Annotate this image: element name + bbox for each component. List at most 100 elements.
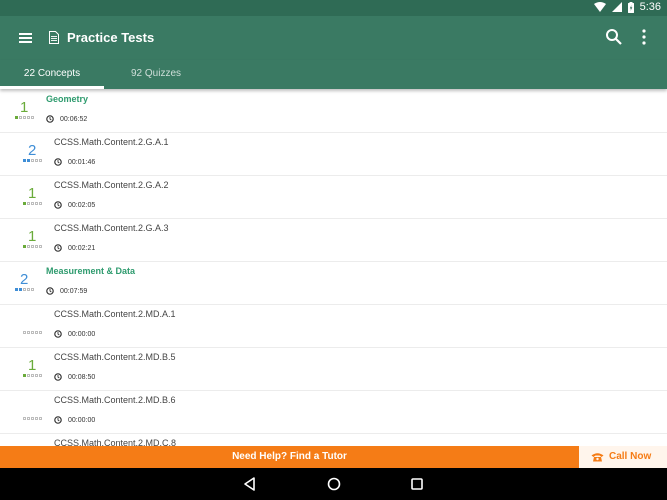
level-dot bbox=[23, 116, 26, 119]
concept-title: CCSS.Math.Content.2.G.A.2 bbox=[54, 180, 169, 190]
level-dot bbox=[39, 245, 42, 248]
level-dot bbox=[39, 331, 42, 334]
group-title: Measurement & Data bbox=[46, 266, 136, 276]
level-dot bbox=[35, 331, 38, 334]
level-dot bbox=[23, 374, 26, 377]
clock-icon bbox=[54, 373, 62, 381]
time-spent: 00:07:59 bbox=[60, 288, 88, 295]
level-dot bbox=[19, 288, 22, 291]
level-indicator bbox=[15, 288, 34, 291]
level-dot bbox=[23, 159, 26, 162]
level-dot bbox=[39, 159, 42, 162]
concept-group-row[interactable]: 1 Geometry 00:06:52 bbox=[0, 90, 667, 133]
recents-icon[interactable] bbox=[409, 476, 425, 492]
level-dot bbox=[27, 202, 30, 205]
level-dot bbox=[23, 417, 26, 420]
concept-title: CCSS.Math.Content.2.MD.A.1 bbox=[54, 309, 176, 319]
concept-title: CCSS.Math.Content.2.MD.C.8 bbox=[54, 438, 177, 446]
level-dot bbox=[27, 374, 30, 377]
level-dot bbox=[27, 288, 30, 291]
page-title: Practice Tests bbox=[67, 30, 155, 45]
time-spent: 00:02:21 bbox=[68, 245, 96, 252]
concept-row[interactable]: CCSS.Math.Content.2.MD.C.8 bbox=[0, 434, 667, 446]
level-number: 2 bbox=[20, 271, 29, 288]
app-bar: Practice Tests bbox=[0, 16, 667, 60]
time-spent: 00:06:52 bbox=[60, 116, 88, 123]
concept-title: CCSS.Math.Content.2.G.A.1 bbox=[54, 137, 169, 147]
clock-icon bbox=[46, 115, 54, 123]
level-indicator bbox=[23, 417, 42, 420]
level-dot bbox=[31, 331, 34, 334]
clock-icon bbox=[54, 330, 62, 338]
concept-row[interactable]: 2 CCSS.Math.Content.2.G.A.1 00:01:46 bbox=[0, 133, 667, 176]
level-dot bbox=[31, 116, 34, 119]
level-dot bbox=[39, 374, 42, 377]
clock-icon bbox=[54, 201, 62, 209]
level-number: 2 bbox=[28, 142, 37, 159]
level-dot bbox=[27, 159, 30, 162]
system-nav-bar bbox=[0, 468, 667, 500]
level-dot bbox=[23, 331, 26, 334]
clock-icon bbox=[54, 416, 62, 424]
menu-icon[interactable] bbox=[18, 29, 34, 47]
battery-icon bbox=[627, 1, 634, 13]
level-dot bbox=[31, 288, 34, 291]
level-indicator bbox=[23, 374, 42, 377]
level-dot bbox=[23, 245, 26, 248]
level-dot bbox=[19, 116, 22, 119]
concept-row[interactable]: CCSS.Math.Content.2.MD.A.1 00:00:00 bbox=[0, 305, 667, 348]
time-spent: 00:00:00 bbox=[68, 417, 96, 424]
level-indicator bbox=[23, 159, 42, 162]
level-dot bbox=[35, 202, 38, 205]
tab-concepts[interactable]: 22 Concepts bbox=[0, 60, 104, 89]
level-number: 1 bbox=[28, 357, 37, 374]
level-indicator bbox=[23, 245, 42, 248]
level-dot bbox=[35, 374, 38, 377]
level-dot bbox=[39, 202, 42, 205]
level-number: 1 bbox=[28, 228, 37, 245]
clock-icon bbox=[46, 287, 54, 295]
tab-quizzes[interactable]: 92 Quizzes bbox=[104, 60, 208, 89]
level-dot bbox=[15, 288, 18, 291]
more-vert-icon[interactable] bbox=[641, 28, 647, 46]
group-title: Geometry bbox=[46, 94, 89, 104]
find-tutor-banner[interactable]: Need Help? Find a Tutor bbox=[0, 446, 579, 468]
search-icon[interactable] bbox=[605, 28, 623, 46]
time-spent: 00:01:46 bbox=[68, 159, 96, 166]
home-icon[interactable] bbox=[326, 476, 342, 492]
wifi-icon bbox=[593, 2, 606, 12]
document-icon bbox=[49, 31, 59, 44]
level-dot bbox=[31, 417, 34, 420]
level-number: 1 bbox=[28, 185, 37, 202]
concept-row[interactable]: CCSS.Math.Content.2.MD.B.6 00:00:00 bbox=[0, 391, 667, 434]
time-spent: 00:02:05 bbox=[68, 202, 96, 209]
level-dot bbox=[35, 159, 38, 162]
back-icon[interactable] bbox=[242, 476, 258, 492]
level-dot bbox=[31, 374, 34, 377]
concept-row[interactable]: 1 CCSS.Math.Content.2.G.A.2 00:02:05 bbox=[0, 176, 667, 219]
concept-row[interactable]: 1 CCSS.Math.Content.2.G.A.3 00:02:21 bbox=[0, 219, 667, 262]
phone-icon bbox=[591, 453, 604, 462]
status-bar: 5:36 bbox=[0, 0, 667, 16]
level-dot bbox=[39, 417, 42, 420]
level-dot bbox=[35, 417, 38, 420]
level-number: 1 bbox=[20, 99, 29, 116]
concept-row[interactable]: 1 CCSS.Math.Content.2.MD.B.5 00:08:50 bbox=[0, 348, 667, 391]
clock-icon bbox=[54, 158, 62, 166]
call-now-button[interactable]: Call Now bbox=[579, 446, 667, 468]
concept-title: CCSS.Math.Content.2.G.A.3 bbox=[54, 223, 169, 233]
level-dot bbox=[27, 116, 30, 119]
level-dot bbox=[31, 245, 34, 248]
level-dot bbox=[31, 202, 34, 205]
level-dot bbox=[23, 202, 26, 205]
concept-list: 1 Geometry 00:06:52 2 CCSS.Math.Content.2.G.… bbox=[0, 90, 667, 446]
level-dot bbox=[31, 159, 34, 162]
level-indicator bbox=[23, 331, 42, 334]
concept-title: CCSS.Math.Content.2.MD.B.6 bbox=[54, 395, 176, 405]
signal-icon bbox=[611, 2, 622, 12]
level-dot bbox=[27, 331, 30, 334]
concept-group-row[interactable]: 2 Measurement & Data 00:07:59 bbox=[0, 262, 667, 305]
clock-icon bbox=[54, 244, 62, 252]
level-dot bbox=[27, 417, 30, 420]
tab-concepts-label: 22 Concepts bbox=[23, 68, 81, 79]
